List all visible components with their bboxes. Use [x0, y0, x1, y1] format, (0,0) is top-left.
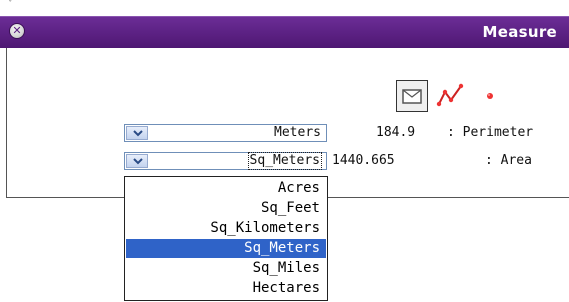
chevron-down-icon[interactable] [126, 154, 148, 168]
close-button[interactable]: ✕ [9, 23, 25, 39]
point-tool-button[interactable] [474, 80, 506, 112]
polygon-tool-button[interactable] [396, 80, 428, 112]
envelope-polygon-icon [402, 89, 422, 104]
distance-unit-select[interactable]: Meters [124, 124, 327, 142]
window-titlebar: ✕ Measure [0, 16, 569, 48]
area-unit-select[interactable]: Sq_Meters [124, 152, 327, 170]
perimeter-value: 184.9 [376, 125, 416, 140]
area-label: : Area [485, 153, 532, 168]
window-title: Measure [482, 23, 557, 41]
option-sq-miles[interactable]: Sq_Miles [126, 259, 326, 278]
option-hectares[interactable]: Hectares [126, 279, 326, 298]
close-icon: ✕ [12, 24, 22, 37]
area-unit-value: Sq_Meters [247, 152, 323, 170]
area-value: 1440.665 [332, 153, 395, 168]
collapse-caret-icon[interactable]: ˇ [8, 0, 13, 10]
option-sq-kilometers[interactable]: Sq_Kilometers [126, 219, 326, 238]
distance-unit-value: Meters [274, 125, 321, 140]
option-acres[interactable]: Acres [126, 179, 326, 198]
option-sq-meters[interactable]: Sq_Meters [126, 239, 326, 258]
option-sq-feet[interactable]: Sq_Feet [126, 199, 326, 218]
point-icon [487, 93, 493, 99]
chevron-down-icon[interactable] [126, 126, 148, 140]
polyline-icon [436, 83, 464, 107]
perimeter-label: : Perimeter [447, 125, 534, 140]
line-tool-button[interactable] [435, 80, 467, 112]
area-unit-dropdown-list: Acres Sq_Feet Sq_Kilometers Sq_Meters Sq… [124, 176, 328, 301]
